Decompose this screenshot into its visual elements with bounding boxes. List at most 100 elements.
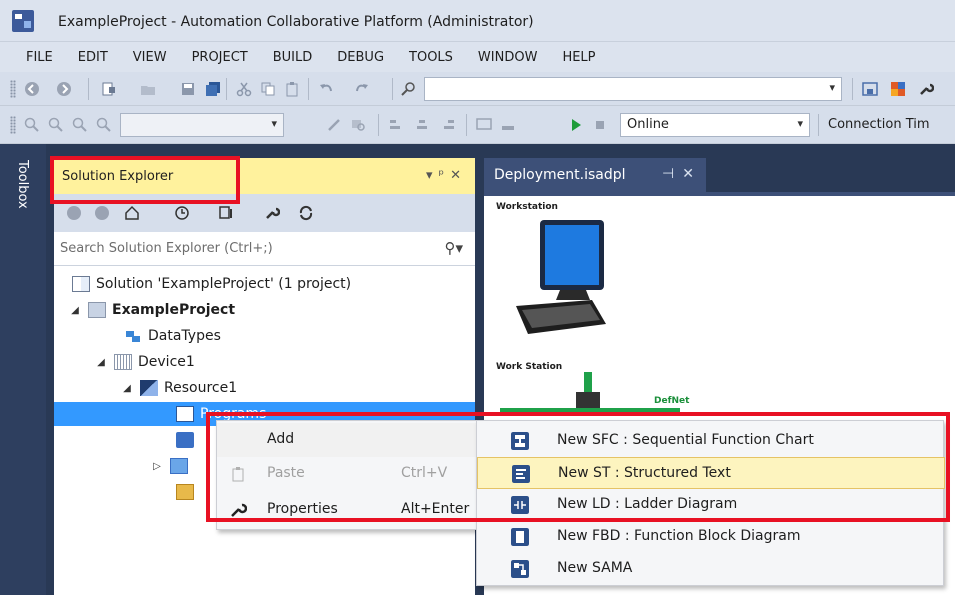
tree-item-datatypes[interactable]: DataTypes <box>124 324 221 348</box>
collapse-arrow-icon[interactable]: ◢ <box>94 357 108 368</box>
home-icon[interactable] <box>124 205 140 221</box>
collapse-arrow-icon[interactable]: ◢ <box>120 383 134 394</box>
programs-icon <box>176 406 194 422</box>
align-right-icon[interactable] <box>440 117 456 133</box>
back-icon[interactable] <box>24 81 40 97</box>
screen-icon[interactable] <box>476 117 492 133</box>
submenu-new-sama[interactable]: New SAMA <box>477 553 945 585</box>
solution-search[interactable]: Search Solution Explorer (Ctrl+;) ⚲▾ <box>54 232 475 266</box>
toolbox-tab[interactable]: Toolbox <box>15 160 30 209</box>
menu-debug[interactable]: DEBUG <box>325 46 397 69</box>
menu-build[interactable]: BUILD <box>261 46 326 69</box>
menu-help[interactable]: HELP <box>550 46 608 69</box>
forward-icon[interactable] <box>56 81 72 97</box>
paste-icon[interactable] <box>284 81 300 97</box>
open-file-icon[interactable] <box>140 81 156 97</box>
close-icon[interactable]: ✕ <box>450 168 467 183</box>
toolbar-separator <box>852 78 853 100</box>
expand-arrow-icon[interactable]: ▷ <box>150 461 164 472</box>
search-icon[interactable]: ⚲▾ <box>444 239 463 257</box>
title-bar: ExampleProject - Automation Collaborativ… <box>0 0 955 42</box>
menu-file[interactable]: FILE <box>14 46 66 69</box>
menu-view[interactable]: VIEW <box>121 46 180 69</box>
zoom-reset-icon[interactable] <box>96 117 112 133</box>
tree-item-solution[interactable]: Solution 'ExampleProject' (1 project) <box>72 272 351 296</box>
device-icon <box>114 354 132 370</box>
forward-icon[interactable] <box>94 205 110 221</box>
undo-icon[interactable] <box>318 81 334 97</box>
toolbar-separator <box>818 114 819 136</box>
dropdown-icon[interactable]: ▾ <box>426 168 439 183</box>
cut-icon[interactable] <box>236 81 252 97</box>
align-left-icon[interactable] <box>388 117 404 133</box>
toolbar-grip[interactable] <box>10 116 16 134</box>
datatypes-icon <box>124 328 142 344</box>
properties-icon[interactable] <box>264 205 280 221</box>
solution-icon <box>72 276 90 292</box>
zoom-combo[interactable]: ▾ <box>120 113 284 137</box>
zoom-fit-icon[interactable] <box>72 117 88 133</box>
tree-item-collapsed[interactable]: ▷ <box>150 454 194 478</box>
history-icon[interactable] <box>174 205 190 221</box>
save-icon[interactable] <box>180 81 196 97</box>
redo-icon[interactable] <box>354 81 370 97</box>
menu-project[interactable]: PROJECT <box>180 46 261 69</box>
collapse-all-icon[interactable] <box>218 205 234 221</box>
align-center-icon[interactable] <box>414 117 430 133</box>
tree-item-device[interactable]: ◢ Device1 <box>94 350 195 374</box>
color-palette-icon[interactable] <box>890 81 906 97</box>
tab-deployment[interactable]: Deployment.isadpl ⊣✕ <box>484 158 706 192</box>
find-icon[interactable] <box>400 81 416 97</box>
pencil-icon[interactable] <box>326 117 342 133</box>
search-device-icon[interactable] <box>350 117 366 133</box>
chevron-down-icon[interactable]: ▾ <box>829 81 835 94</box>
tree-item-collapsed[interactable] <box>176 428 200 452</box>
debug-toolbar: ▾ Online ▾ Connection Tim <box>0 106 955 144</box>
new-project-icon[interactable] <box>100 81 116 97</box>
collapse-arrow-icon[interactable]: ◢ <box>68 305 82 316</box>
refresh-icon[interactable] <box>298 205 314 221</box>
mode-select[interactable]: Online ▾ <box>620 113 810 137</box>
run-icon[interactable] <box>568 117 584 133</box>
highlight-box <box>206 412 950 522</box>
standard-toolbar: ▾ <box>0 72 955 106</box>
project-icon <box>88 302 106 318</box>
tree-item-resource[interactable]: ◢ Resource1 <box>120 376 237 400</box>
back-icon[interactable] <box>66 205 82 221</box>
save-all-icon[interactable] <box>205 81 221 97</box>
copy-icon[interactable] <box>260 81 276 97</box>
library-icon <box>170 458 188 474</box>
connection-time-label[interactable]: Connection Tim <box>828 117 930 132</box>
toolbar-separator <box>392 78 393 100</box>
search-input[interactable]: Search Solution Explorer (Ctrl+;) <box>60 241 273 256</box>
tree-item-project[interactable]: ◢ ExampleProject <box>68 298 235 322</box>
layers-icon[interactable] <box>500 117 516 133</box>
toolbar-separator <box>378 114 379 136</box>
workstation-computer-icon[interactable] <box>510 216 610 346</box>
window-icon[interactable] <box>862 81 878 97</box>
pin-icon[interactable]: ⊣ <box>662 166 682 182</box>
submenu-new-fbd[interactable]: New FBD : Function Block Diagram <box>477 521 945 553</box>
zoom-in-icon[interactable] <box>24 117 40 133</box>
menu-window[interactable]: WINDOW <box>466 46 551 69</box>
close-icon[interactable]: ✕ <box>682 166 702 182</box>
work-station-label: Work Station <box>496 362 563 372</box>
wrench-icon[interactable] <box>918 81 934 97</box>
menu-tools[interactable]: TOOLS <box>397 46 466 69</box>
chevron-down-icon[interactable]: ▾ <box>797 117 803 130</box>
find-combo[interactable]: ▾ <box>424 77 842 101</box>
zoom-out-icon[interactable] <box>48 117 64 133</box>
toolbar-grip[interactable] <box>10 80 16 98</box>
network-node-icon[interactable] <box>500 372 680 412</box>
tab-controls: ⊣✕ <box>662 166 702 182</box>
stop-icon[interactable] <box>592 117 608 133</box>
pin-icon[interactable]: ᵖ <box>439 168 451 183</box>
tree-item-label: DataTypes <box>148 328 221 344</box>
fbd-icon <box>511 528 529 546</box>
mode-select-value: Online <box>627 117 669 132</box>
tree-item-collapsed[interactable] <box>176 480 200 504</box>
menu-edit[interactable]: EDIT <box>66 46 121 69</box>
chevron-down-icon[interactable]: ▾ <box>271 117 277 130</box>
tab-label: Deployment.isadpl <box>494 167 626 183</box>
resource-icon <box>140 380 158 396</box>
